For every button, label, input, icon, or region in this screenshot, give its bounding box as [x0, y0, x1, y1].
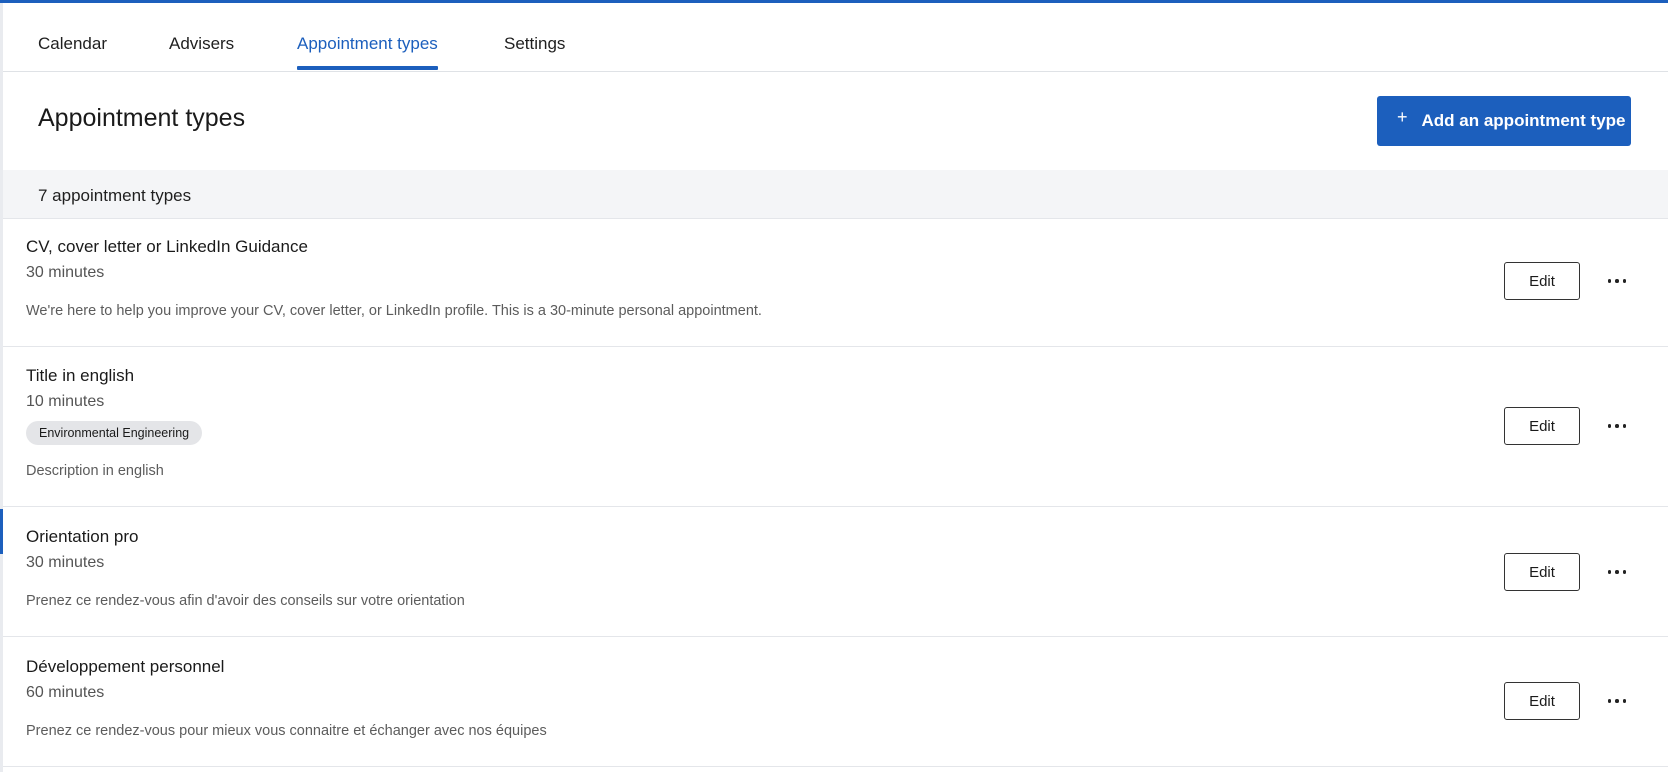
appointment-type-row: Title in english 10 minutes Environmenta… — [3, 347, 1668, 507]
appointment-type-title: Orientation pro — [26, 527, 139, 546]
appointment-type-duration: 30 minutes — [26, 554, 105, 571]
appointment-count: 7 appointment types — [38, 186, 192, 205]
tab-advisers[interactable]: Advisers — [169, 3, 234, 72]
plus-icon: + — [1397, 107, 1408, 127]
appointment-type-row: CV, cover letter or LinkedIn Guidance 30… — [3, 219, 1668, 347]
tab-settings[interactable]: Settings — [504, 3, 565, 72]
appointment-count-bar: 7 appointment types — [3, 170, 1668, 219]
tab-appointment-types[interactable]: Appointment types — [297, 3, 438, 72]
add-appointment-type-label: Add an appointment type — [1421, 111, 1626, 130]
appointment-type-description: Prenez ce rendez-vous afin d'avoir des c… — [26, 593, 465, 609]
tab-bar: Calendar Advisers Appointment types Sett… — [3, 3, 1668, 72]
appointment-type-row: Orientation pro 30 minutes Prenez ce ren… — [3, 507, 1668, 637]
selected-row-marker — [0, 509, 3, 554]
appointment-type-duration: 30 minutes — [26, 264, 105, 281]
appointment-type-title: Title in english — [26, 366, 135, 385]
add-appointment-type-button[interactable]: + Add an appointment type — [1377, 96, 1631, 146]
appointment-type-description: Prenez ce rendez-vous pour mieux vous co… — [26, 723, 547, 739]
appointment-type-duration: 10 minutes — [26, 393, 105, 410]
appointment-type-row: Développement personnel 60 minutes Prene… — [3, 637, 1668, 767]
more-options-icon[interactable] — [1603, 267, 1631, 295]
edit-button[interactable]: Edit — [1504, 262, 1580, 300]
appointment-type-title: CV, cover letter or LinkedIn Guidance — [26, 237, 308, 256]
appointment-type-duration: 60 minutes — [26, 684, 105, 701]
tab-calendar[interactable]: Calendar — [38, 3, 107, 72]
page-title: Appointment types — [38, 104, 246, 132]
more-options-icon[interactable] — [1603, 687, 1631, 715]
edit-button[interactable]: Edit — [1504, 407, 1580, 445]
edit-button[interactable]: Edit — [1504, 553, 1580, 591]
appointment-type-description: We're here to help you improve your CV, … — [26, 303, 762, 319]
appointment-type-title: Développement personnel — [26, 657, 225, 676]
edit-button[interactable]: Edit — [1504, 682, 1580, 720]
department-tag: Environmental Engineering — [26, 421, 203, 445]
more-options-icon[interactable] — [1603, 412, 1631, 440]
more-options-icon[interactable] — [1603, 558, 1631, 586]
appointment-type-description: Description in english — [26, 463, 164, 479]
